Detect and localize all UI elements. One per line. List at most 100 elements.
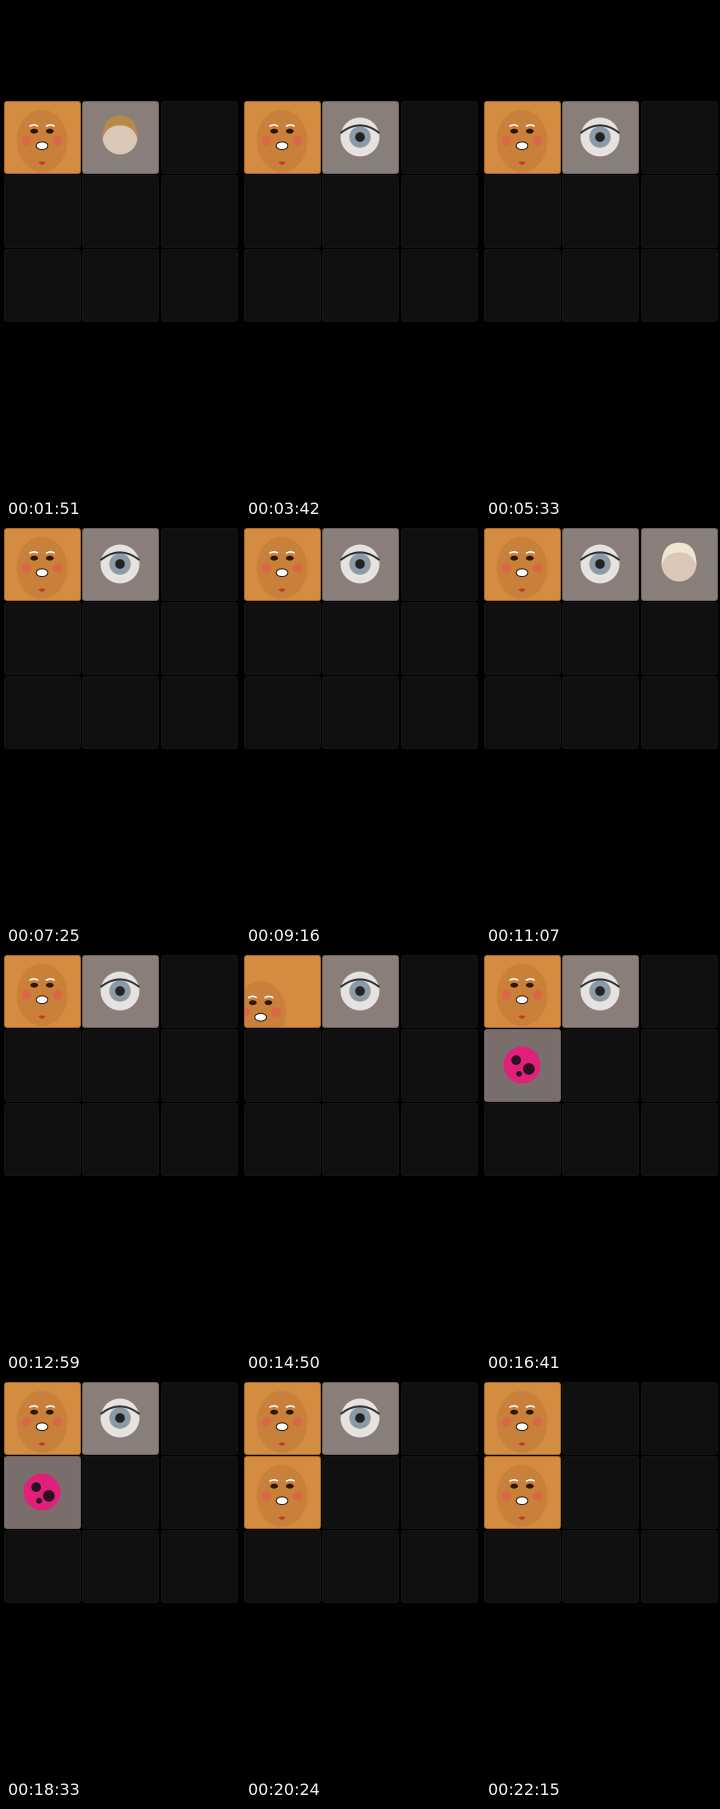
- empty-tile: [484, 1530, 561, 1603]
- person-avatar-icon: [641, 528, 718, 601]
- eye-icon: [562, 955, 639, 1028]
- gingerbread-face-icon: [4, 101, 81, 174]
- eye-icon: [82, 1382, 159, 1455]
- empty-tile: [322, 676, 399, 749]
- frame-thumbnail: 00:09:16: [244, 528, 484, 955]
- empty-tile: [562, 1456, 639, 1529]
- empty-tile: [161, 1530, 238, 1603]
- empty-tile: [641, 602, 718, 675]
- eye-icon: [322, 1382, 399, 1455]
- frame-timestamp: 00:03:42: [248, 499, 320, 518]
- eye-icon: [322, 528, 399, 601]
- empty-tile: [484, 175, 561, 248]
- empty-tile: [244, 1029, 321, 1102]
- empty-tile: [401, 1456, 478, 1529]
- frame-thumbnail: 00:14:50: [244, 955, 484, 1382]
- empty-tile: [401, 249, 478, 322]
- empty-tile: [562, 676, 639, 749]
- pink-blob-icon: [484, 1029, 561, 1102]
- empty-tile: [401, 955, 478, 1028]
- eye-icon: [322, 101, 399, 174]
- empty-tile: [641, 1456, 718, 1529]
- empty-tile: [244, 249, 321, 322]
- empty-tile: [161, 676, 238, 749]
- empty-tile: [244, 676, 321, 749]
- empty-tile: [641, 1530, 718, 1603]
- empty-tile: [641, 955, 718, 1028]
- empty-tile: [401, 1530, 478, 1603]
- gingerbread-face-icon: [484, 955, 561, 1028]
- empty-tile: [161, 1103, 238, 1176]
- empty-tile: [161, 1029, 238, 1102]
- empty-tile: [4, 249, 81, 322]
- empty-tile: [322, 1103, 399, 1176]
- empty-tile: [322, 602, 399, 675]
- empty-tile: [161, 1456, 238, 1529]
- empty-tile: [161, 175, 238, 248]
- empty-tile: [401, 676, 478, 749]
- frame-timestamp: 00:16:41: [488, 1353, 560, 1372]
- empty-tile: [641, 1029, 718, 1102]
- frame-timestamp: 00:07:25: [8, 926, 80, 945]
- empty-tile: [562, 175, 639, 248]
- empty-tile: [401, 528, 478, 601]
- frame-thumbnail: 00:01:51: [4, 101, 244, 528]
- empty-tile: [4, 1530, 81, 1603]
- frame-thumbnail: 00:20:24: [244, 1382, 484, 1809]
- empty-tile: [562, 1029, 639, 1102]
- gingerbread-face-icon: [484, 1456, 561, 1529]
- gingerbread-face-icon: [4, 955, 81, 1028]
- empty-tile: [562, 1103, 639, 1176]
- empty-tile: [641, 1382, 718, 1455]
- empty-tile: [161, 101, 238, 174]
- frame-thumbnail: 00:07:25: [4, 528, 244, 955]
- empty-tile: [641, 175, 718, 248]
- gingerbread-face-icon: [484, 1382, 561, 1455]
- frame-timestamp: 00:22:15: [488, 1780, 560, 1799]
- empty-tile: [82, 676, 159, 749]
- empty-tile: [161, 1382, 238, 1455]
- empty-tile: [244, 175, 321, 248]
- gingerbread-face-icon: [244, 528, 321, 601]
- empty-tile: [401, 175, 478, 248]
- empty-tile: [4, 1029, 81, 1102]
- frame-timestamp: 00:01:51: [8, 499, 80, 518]
- empty-tile: [82, 249, 159, 322]
- empty-tile: [161, 528, 238, 601]
- empty-tile: [244, 602, 321, 675]
- empty-tile: [562, 602, 639, 675]
- empty-tile: [244, 1530, 321, 1603]
- eye-icon: [562, 101, 639, 174]
- gingerbread-face-icon: [4, 528, 81, 601]
- gingerbread-face-icon: [244, 955, 321, 1028]
- gingerbread-face-icon: [244, 1382, 321, 1455]
- empty-tile: [641, 1103, 718, 1176]
- frame-thumbnail: 00:12:59: [4, 955, 244, 1382]
- empty-tile: [82, 1530, 159, 1603]
- empty-tile: [4, 1103, 81, 1176]
- empty-tile: [484, 1103, 561, 1176]
- empty-tile: [82, 1029, 159, 1102]
- empty-tile: [161, 249, 238, 322]
- person-avatar-icon: [82, 101, 159, 174]
- empty-tile: [322, 175, 399, 248]
- empty-tile: [4, 602, 81, 675]
- frame-thumbnail: 00:22:15: [484, 1382, 720, 1809]
- empty-tile: [82, 175, 159, 248]
- gingerbread-face-icon: [484, 528, 561, 601]
- frame-timestamp: 00:11:07: [488, 926, 560, 945]
- gingerbread-face-icon: [244, 101, 321, 174]
- frame-timestamp: 00:09:16: [248, 926, 320, 945]
- empty-tile: [322, 249, 399, 322]
- empty-tile: [4, 175, 81, 248]
- empty-tile: [562, 1530, 639, 1603]
- frame-thumbnail: 00:05:33: [484, 101, 720, 528]
- empty-tile: [401, 1103, 478, 1176]
- empty-tile: [161, 602, 238, 675]
- frame-timestamp: 00:05:33: [488, 499, 560, 518]
- eye-icon: [82, 528, 159, 601]
- empty-tile: [161, 955, 238, 1028]
- empty-tile: [82, 602, 159, 675]
- empty-tile: [562, 1382, 639, 1455]
- empty-tile: [82, 1103, 159, 1176]
